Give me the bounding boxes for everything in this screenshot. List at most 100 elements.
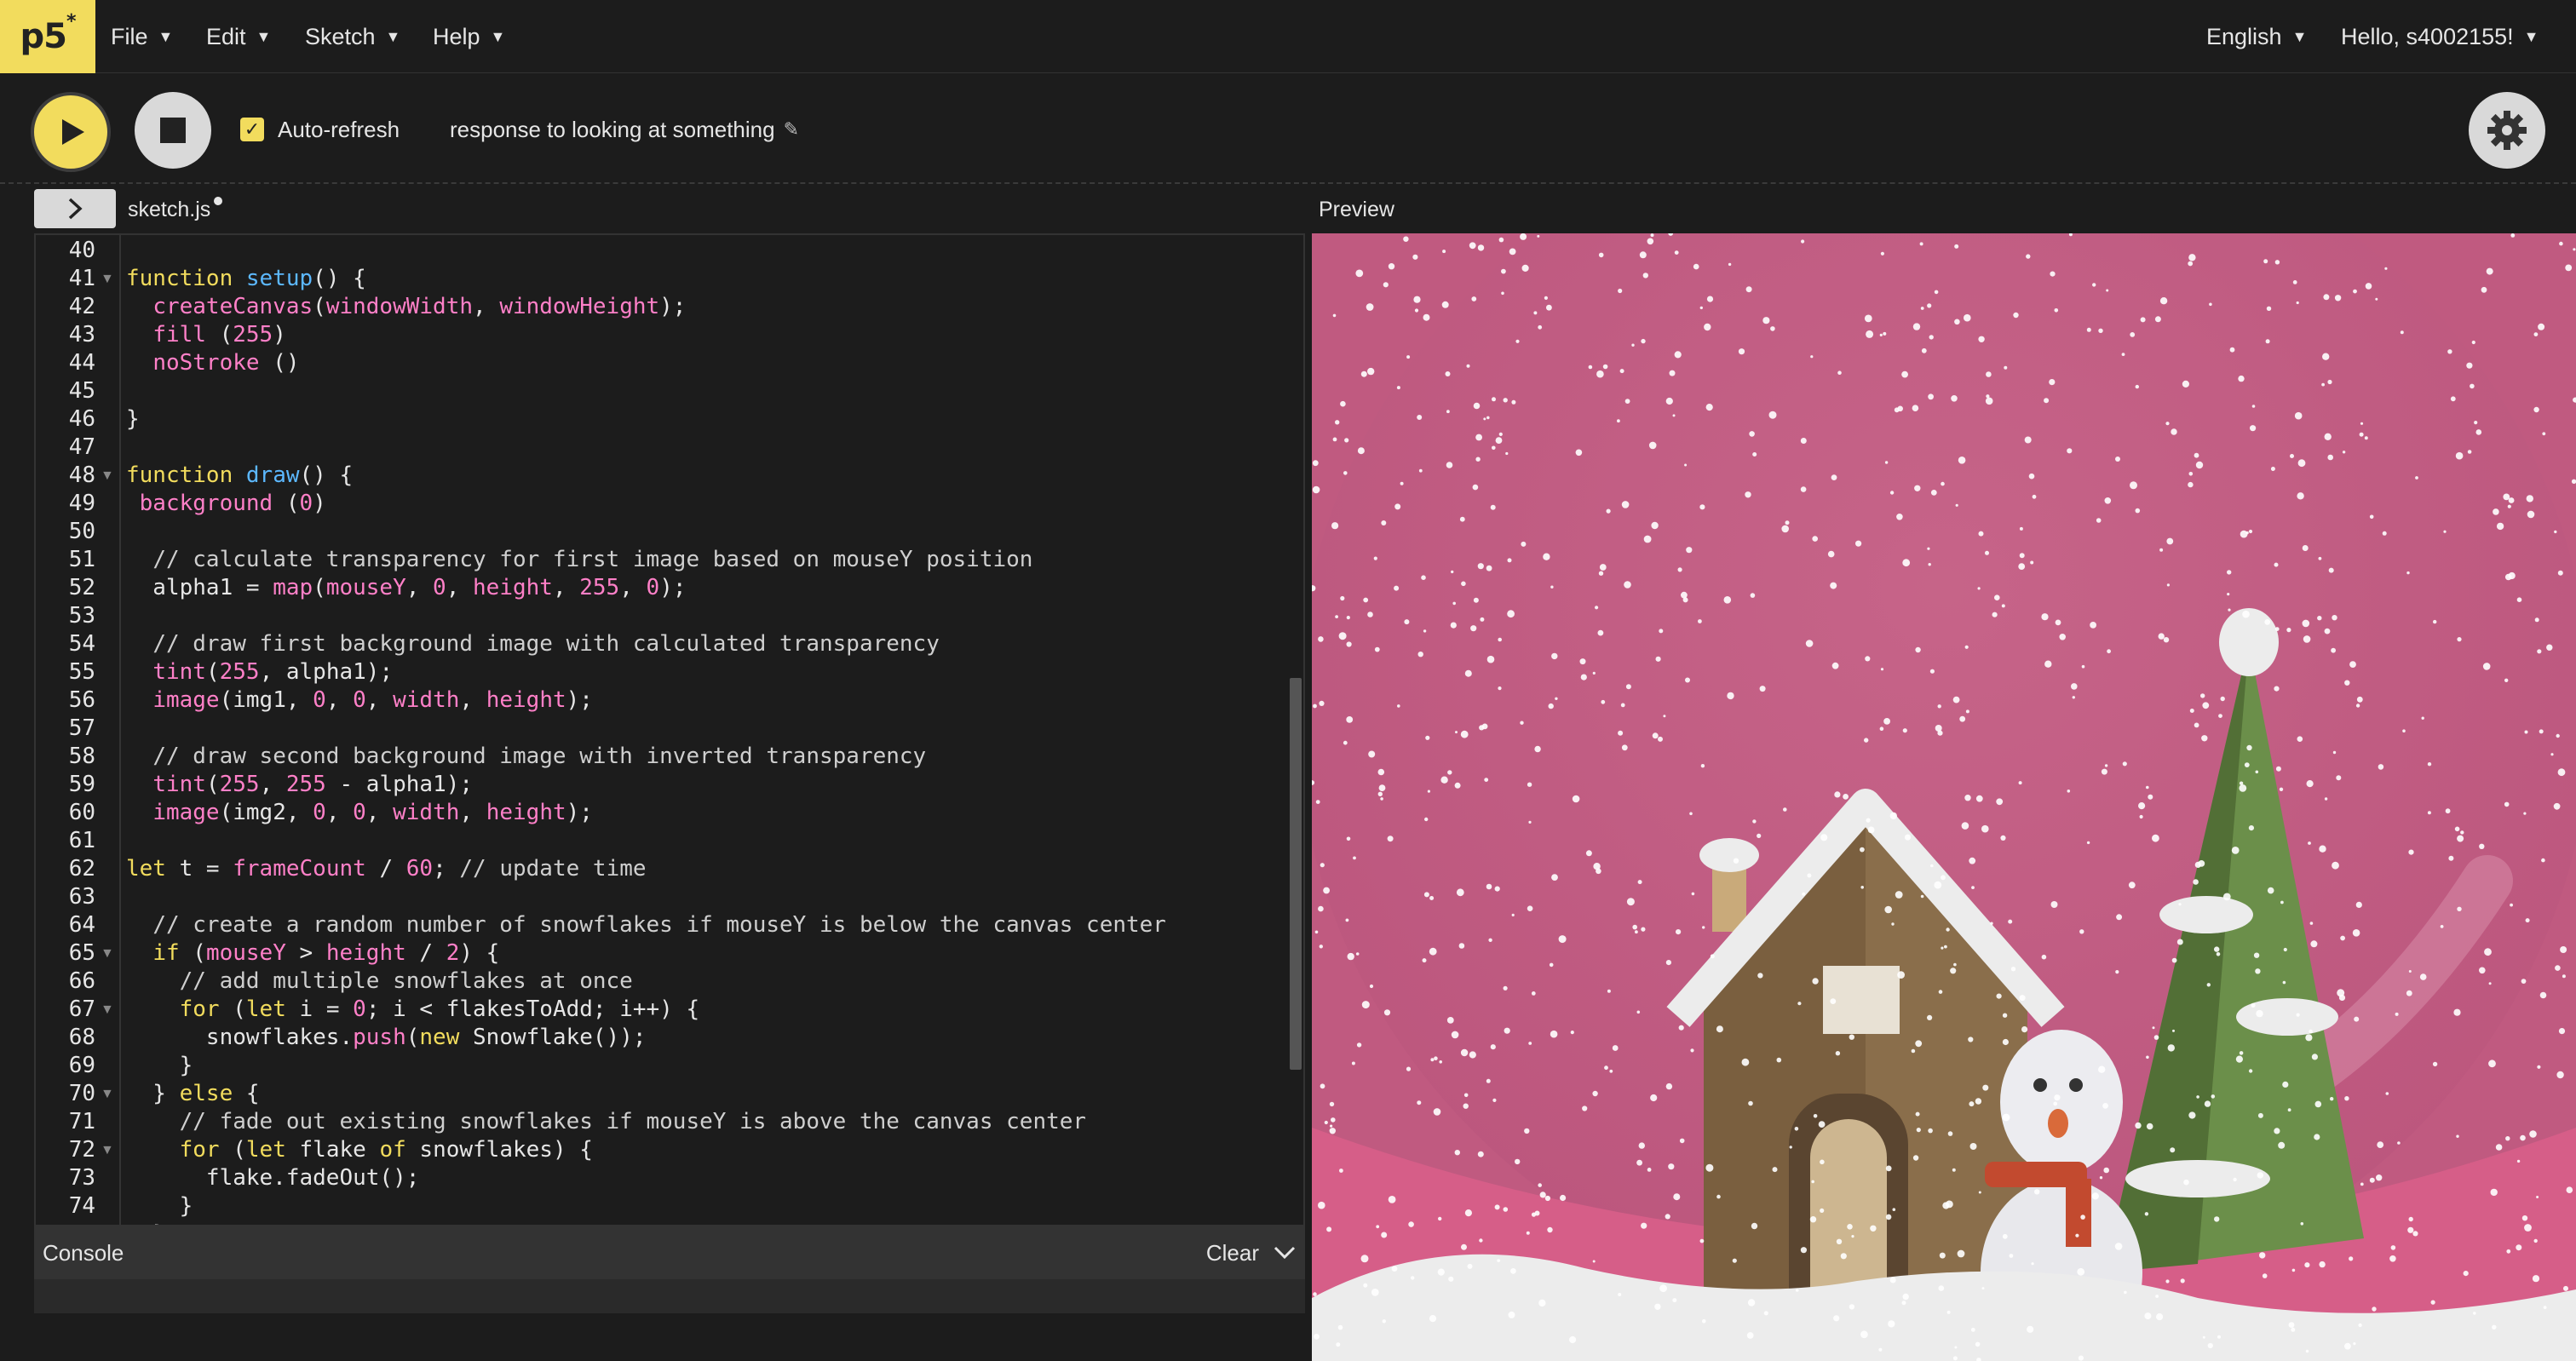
code-line[interactable]: // create a random number of snowflakes … (126, 911, 1166, 939)
fold-toggle-icon[interactable]: ▼ (101, 1136, 114, 1164)
code-line[interactable]: // fade out existing snowflakes if mouse… (126, 1108, 1086, 1136)
menu-edit[interactable]: Edit ▼ (206, 0, 271, 73)
menu-file-label: File (111, 23, 148, 49)
line-number: 66 (68, 968, 95, 994)
console-header: Console Clear (34, 1226, 1305, 1279)
chevron-down-icon: ▼ (256, 27, 272, 45)
top-nav: p5* File ▼ Edit ▼ Sketch ▼ Help ▼ English ▼ H… (0, 0, 2576, 73)
code-line[interactable]: for (let i = 0; i < flakesToAdd; i++) { (126, 996, 700, 1024)
code-line[interactable]: // draw second background image with inv… (126, 743, 926, 771)
code-line[interactable]: tint(255, 255 - alpha1); (126, 771, 473, 799)
pencil-icon[interactable]: ✎ (784, 118, 799, 141)
play-button[interactable] (31, 92, 111, 172)
code-line[interactable]: snowflakes.push(new Snowflake()); (126, 1024, 647, 1052)
user-greeting: Hello, s4002155! (2341, 23, 2514, 49)
console-output (34, 1279, 1305, 1313)
code-line[interactable]: let t = frameCount / 60; // update time (126, 855, 647, 883)
code-line[interactable]: createCanvas(windowWidth, windowHeight); (126, 293, 686, 321)
code-line[interactable]: image(img1, 0, 0, width, height); (126, 686, 593, 715)
unsaved-indicator (214, 197, 223, 205)
code-line[interactable]: // draw first background image with calc… (126, 630, 940, 658)
line-number: 73 (68, 1165, 95, 1191)
line-number: 59 (68, 772, 95, 797)
chevron-down-icon: ▼ (2291, 27, 2308, 45)
console-clear-button[interactable]: Clear (1206, 1240, 1259, 1266)
line-number: 51 (68, 547, 95, 572)
line-number: 70 (68, 1081, 95, 1106)
line-number: 57 (68, 715, 95, 741)
code-line[interactable]: } else { (126, 1080, 259, 1108)
code-line[interactable]: image(img2, 0, 0, width, height); (126, 799, 593, 827)
stop-button[interactable] (135, 92, 211, 169)
gear-icon (2487, 111, 2527, 150)
chevron-down-icon: ▼ (490, 27, 506, 45)
line-number: 41 (68, 266, 95, 291)
code-line[interactable]: // calculate transparency for first imag… (126, 546, 1032, 574)
code-line[interactable]: alpha1 = map(mouseY, 0, height, 255, 0); (126, 574, 686, 602)
menu-help[interactable]: Help ▼ (433, 0, 505, 73)
code-line[interactable]: } (126, 1192, 193, 1220)
code-line[interactable]: for (let flake of snowflakes) { (126, 1136, 593, 1164)
auto-refresh-checkbox[interactable]: ✓ (240, 118, 264, 141)
line-number: 54 (68, 631, 95, 657)
play-icon (62, 119, 84, 145)
settings-button[interactable] (2469, 92, 2545, 169)
fold-toggle-icon[interactable]: ▼ (101, 939, 114, 968)
code-line[interactable]: background (0) (126, 490, 326, 518)
snow-globe-scene (1312, 233, 2576, 1361)
menu-edit-label: Edit (206, 23, 246, 49)
menu-sketch[interactable]: Sketch ▼ (305, 0, 400, 73)
fold-toggle-icon[interactable]: ▼ (101, 265, 114, 293)
console-title: Console (43, 1239, 124, 1266)
code-line[interactable]: // add multiple snowflakes at once (126, 968, 633, 996)
code-line[interactable]: noStroke () (126, 349, 299, 377)
code-line[interactable]: } (126, 1052, 193, 1080)
line-number: 52 (68, 575, 95, 600)
line-number: 64 (68, 912, 95, 938)
line-number: 68 (68, 1025, 95, 1050)
toolbar: ✓ Auto-refresh response to looking at so… (0, 73, 2576, 184)
line-number: 75 (36, 1220, 95, 1225)
line-number: 44 (68, 350, 95, 376)
sidebar-toggle-button[interactable] (34, 189, 116, 228)
code-line[interactable]: fill (255) (126, 321, 286, 349)
fold-toggle-icon[interactable]: ▼ (101, 462, 114, 490)
chevron-down-icon: ▼ (158, 27, 174, 45)
fold-toggle-icon[interactable]: ▼ (101, 996, 114, 1024)
chevron-down-icon: ▼ (385, 27, 401, 45)
code-line[interactable]: function draw() { (126, 462, 353, 490)
language-label: English (2206, 23, 2282, 49)
code-line[interactable]: } (126, 405, 140, 434)
code-line[interactable]: tint(255, alpha1); (126, 658, 393, 686)
code-line[interactable]: function setup() { (126, 265, 366, 293)
p5-logo[interactable]: p5* (0, 0, 95, 73)
code-line[interactable]: flake.fadeOut(); (126, 1164, 419, 1192)
user-menu[interactable]: Hello, s4002155! ▼ (2341, 0, 2539, 73)
menu-sketch-label: Sketch (305, 23, 376, 49)
file-tab-sketch-js[interactable]: sketch.js (128, 192, 223, 227)
chevron-down-icon[interactable] (1273, 1244, 1297, 1261)
auto-refresh-label: Auto-refresh (278, 116, 400, 142)
line-number: 71 (68, 1109, 95, 1134)
line-number: 40 (68, 238, 95, 263)
code-area[interactable]: function setup() { createCanvas(windowWi… (126, 235, 1286, 1225)
code-editor[interactable]: 40 41 ▼ 42 43 44 45 46 47 48 ▼ 49 50 51 52 53 54 55 56 57 58… (34, 233, 1305, 1226)
chevron-right-icon (68, 198, 83, 220)
sketch-name-text: response to looking at something (450, 116, 775, 142)
preview-canvas[interactable] (1312, 233, 2576, 1361)
sketch-name[interactable]: response to looking at something ✎ (450, 114, 799, 145)
line-number: 50 (68, 519, 95, 544)
line-number: 43 (68, 322, 95, 347)
auto-refresh-toggle[interactable]: ✓ Auto-refresh (240, 114, 400, 145)
menu-file[interactable]: File ▼ (111, 0, 173, 73)
code-line[interactable]: } (126, 1220, 166, 1225)
language-menu[interactable]: English ▼ (2206, 0, 2307, 73)
code-line[interactable]: if (mouseY > height / 2) { (126, 939, 499, 968)
file-tab-label: sketch.js (128, 197, 211, 221)
fold-toggle-icon[interactable]: ▼ (101, 1080, 114, 1108)
chevron-down-icon: ▼ (2523, 27, 2539, 45)
editor-scrollbar[interactable] (1290, 678, 1302, 1070)
line-number: 42 (68, 294, 95, 319)
line-number: 49 (68, 491, 95, 516)
line-number: 47 (68, 434, 95, 460)
